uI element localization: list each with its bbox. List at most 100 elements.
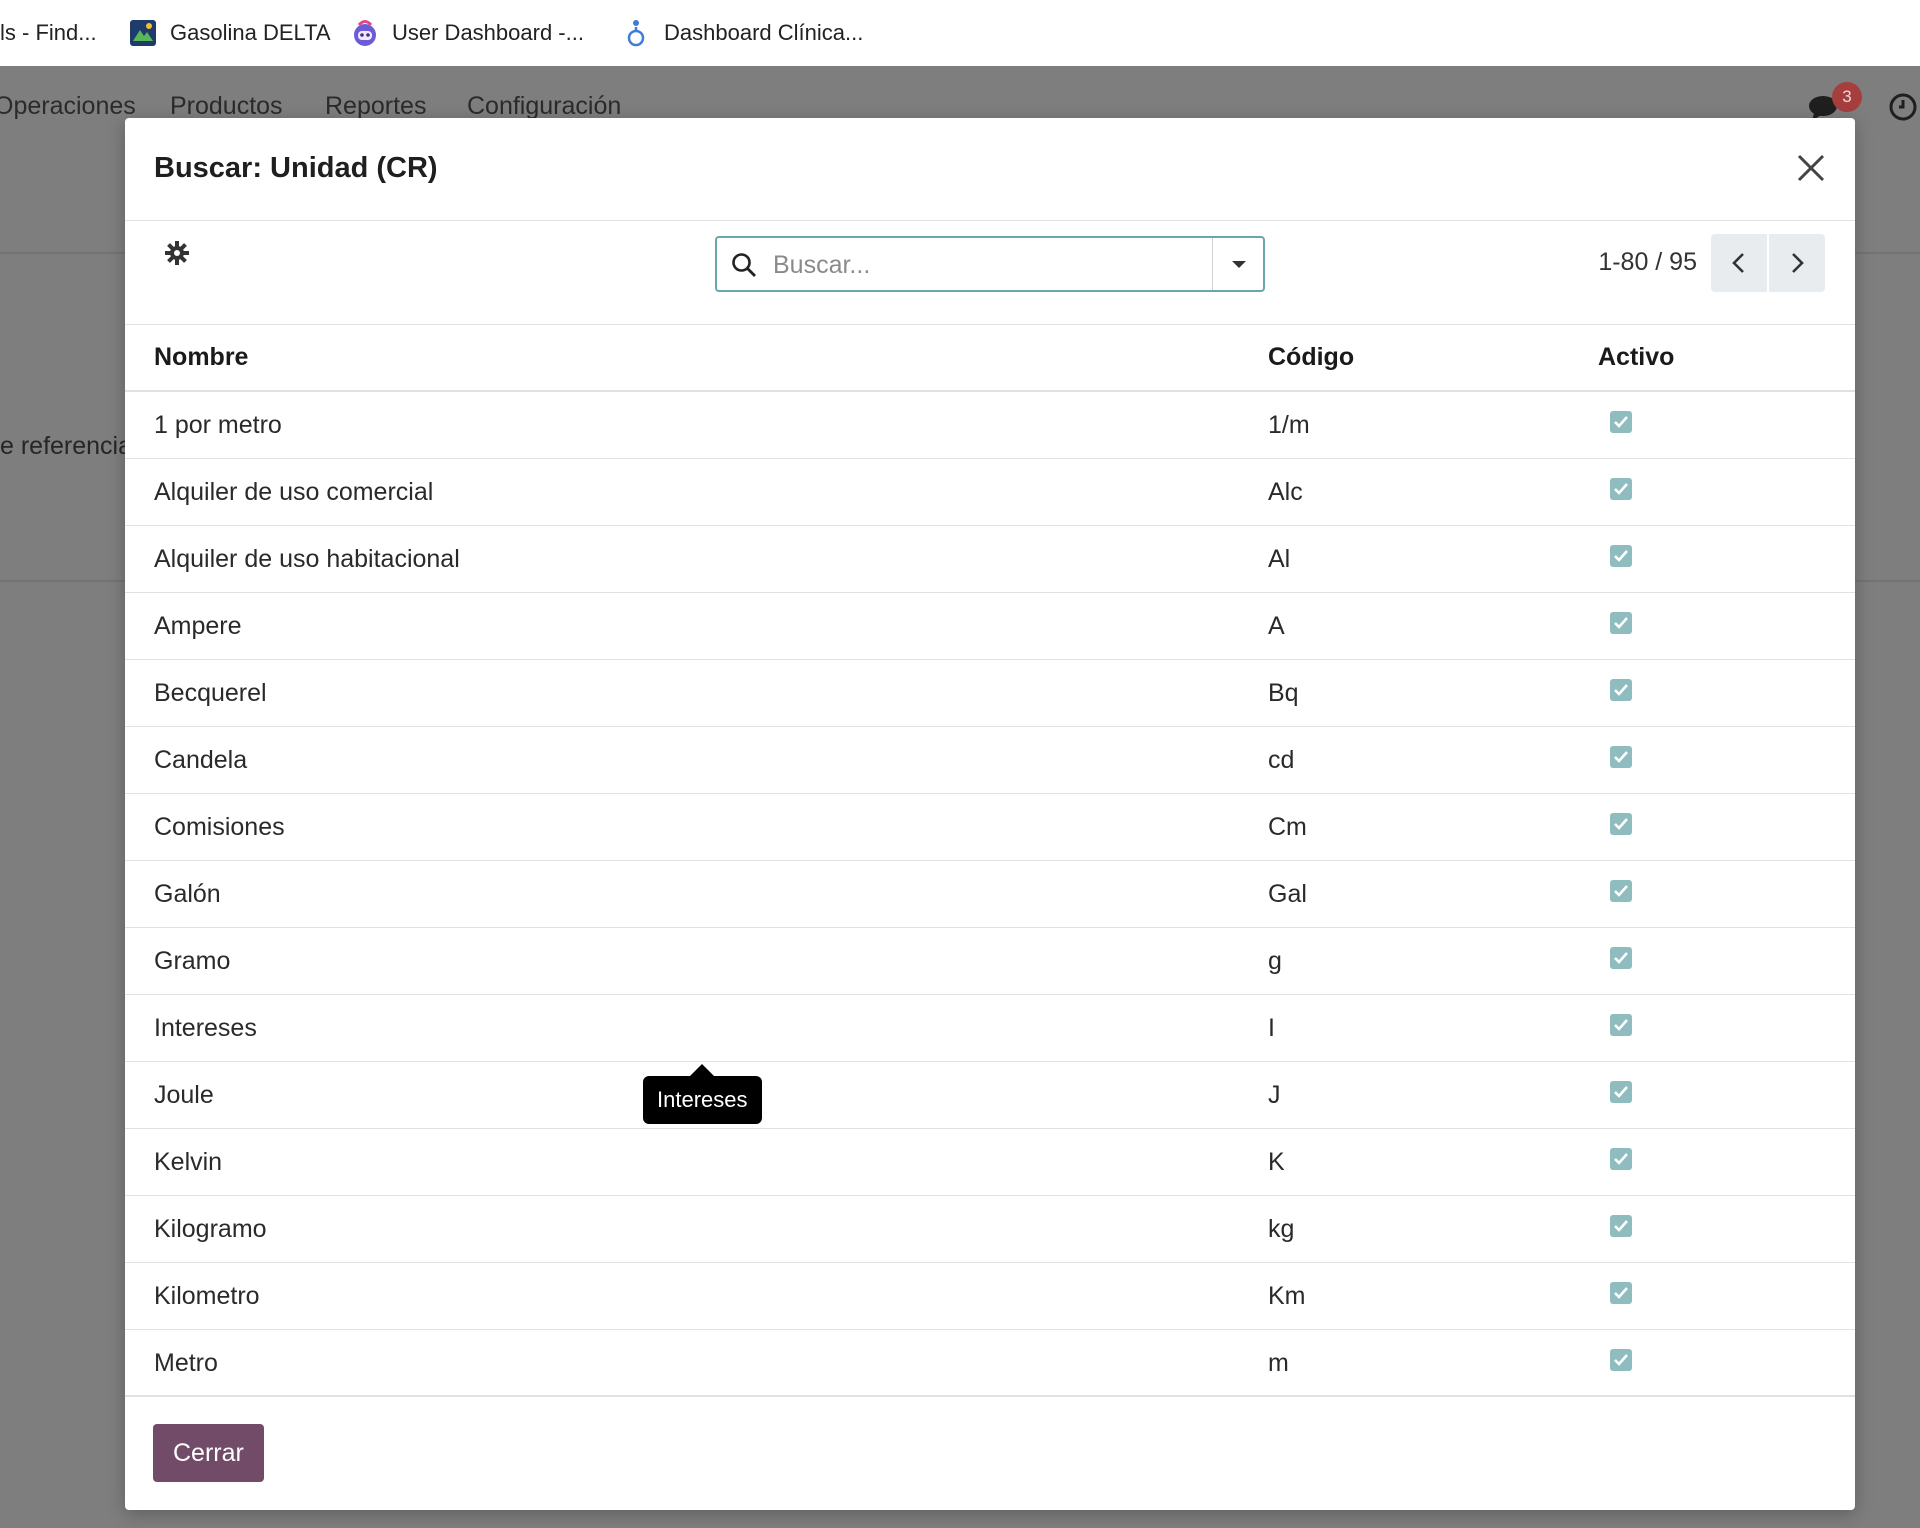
- check-icon: [1614, 1018, 1628, 1031]
- pager-next-button[interactable]: [1769, 234, 1825, 292]
- cell-codigo[interactable]: Km: [1268, 1262, 1598, 1330]
- table-row[interactable]: Comisiones Cm: [125, 793, 1855, 861]
- cell-codigo[interactable]: Al: [1268, 525, 1598, 593]
- cell-nombre[interactable]: Ampere: [125, 592, 1268, 660]
- cell-codigo[interactable]: I: [1268, 994, 1598, 1062]
- robot-icon: [350, 18, 380, 48]
- bookmark-label: User Dashboard -...: [392, 20, 584, 45]
- cell-codigo[interactable]: K: [1268, 1128, 1598, 1196]
- check-icon: [1614, 415, 1628, 428]
- check-icon: [1614, 884, 1628, 897]
- menu-operaciones[interactable]: Operaciones: [0, 92, 136, 121]
- search-input[interactable]: [771, 246, 1195, 284]
- active-checkbox: [1610, 1214, 1632, 1237]
- cell-nombre[interactable]: Gramo: [125, 927, 1268, 995]
- bookmarks-bar: ls - Find... Gasolina DELTA User Dashboa…: [0, 0, 1920, 67]
- cell-codigo[interactable]: A: [1268, 592, 1598, 660]
- cell-activo: [1598, 1262, 1855, 1330]
- pager-previous-button[interactable]: [1711, 234, 1767, 292]
- bookmark-label: ls - Find...: [0, 20, 97, 45]
- table-row[interactable]: Alquiler de uso habitacional Al: [125, 525, 1855, 593]
- cell-codigo[interactable]: g: [1268, 927, 1598, 995]
- table-row[interactable]: Gramo g: [125, 927, 1855, 995]
- cell-nombre[interactable]: Intereses: [125, 994, 1268, 1062]
- table-row[interactable]: Alquiler de uso comercial Alc: [125, 458, 1855, 526]
- column-header-activo[interactable]: Activo: [1598, 324, 1855, 392]
- cell-codigo[interactable]: kg: [1268, 1195, 1598, 1263]
- active-checkbox: [1610, 1348, 1632, 1371]
- table-row[interactable]: Joule J: [125, 1061, 1855, 1129]
- bookmark-gasolina[interactable]: Gasolina DELTA: [128, 16, 331, 50]
- menu-productos[interactable]: Productos: [170, 92, 283, 121]
- check-icon: [1614, 1085, 1628, 1098]
- bookmark-1[interactable]: ls - Find...: [0, 16, 97, 50]
- cell-activo: [1598, 1061, 1855, 1129]
- caret-down-icon[interactable]: [1224, 252, 1254, 276]
- cell-nombre[interactable]: Candela: [125, 726, 1268, 794]
- cell-codigo[interactable]: Alc: [1268, 458, 1598, 526]
- bookmark-user-dashboard[interactable]: User Dashboard -...: [350, 16, 584, 50]
- cell-codigo[interactable]: cd: [1268, 726, 1598, 794]
- cell-nombre[interactable]: Alquiler de uso habitacional: [125, 525, 1268, 593]
- cell-activo: [1598, 659, 1855, 727]
- cell-codigo[interactable]: J: [1268, 1061, 1598, 1129]
- clock-icon[interactable]: [1888, 92, 1918, 127]
- check-icon: [1614, 683, 1628, 696]
- table-row[interactable]: Metro m: [125, 1329, 1855, 1397]
- close-icon[interactable]: [1791, 148, 1831, 188]
- cell-codigo[interactable]: Gal: [1268, 860, 1598, 928]
- cell-codigo[interactable]: Cm: [1268, 793, 1598, 861]
- cell-nombre[interactable]: Alquiler de uso comercial: [125, 458, 1268, 526]
- table-row[interactable]: 1 por metro 1/m: [125, 391, 1855, 459]
- cell-nombre[interactable]: Becquerel: [125, 659, 1268, 727]
- column-header-nombre[interactable]: Nombre: [125, 324, 1268, 392]
- cell-codigo[interactable]: Bq: [1268, 659, 1598, 727]
- active-checkbox: [1610, 477, 1632, 500]
- bookmark-dashboard-clinica[interactable]: Dashboard Clínica...: [622, 16, 863, 50]
- close-button[interactable]: Cerrar: [153, 1424, 264, 1482]
- cell-nombre[interactable]: 1 por metro: [125, 391, 1268, 459]
- cell-nombre[interactable]: Kilometro: [125, 1262, 1268, 1330]
- check-icon: [1614, 482, 1628, 495]
- column-header-codigo[interactable]: Código: [1268, 324, 1598, 392]
- table-header-row: Nombre Código Activo: [125, 324, 1855, 392]
- figure-icon: [622, 18, 652, 48]
- cell-activo: [1598, 927, 1855, 995]
- table-row[interactable]: Candela cd: [125, 726, 1855, 794]
- table-row[interactable]: Becquerel Bq: [125, 659, 1855, 727]
- bookmark-label: Dashboard Clínica...: [664, 20, 864, 45]
- cell-codigo[interactable]: 1/m: [1268, 391, 1598, 459]
- cell-nombre[interactable]: Kilogramo: [125, 1195, 1268, 1263]
- active-checkbox: [1610, 879, 1632, 902]
- check-icon: [1614, 1286, 1628, 1299]
- cell-nombre[interactable]: Metro: [125, 1329, 1268, 1397]
- table-row[interactable]: Kilometro Km: [125, 1262, 1855, 1330]
- table-row[interactable]: Galón Gal: [125, 860, 1855, 928]
- dialog-footer: Cerrar: [125, 1395, 1855, 1510]
- results-table: Nombre Código Activo 1 por metro 1/m Alqui…: [125, 324, 1855, 1397]
- table-row[interactable]: Ampere A: [125, 592, 1855, 660]
- pager-value[interactable]: 1-80 / 95: [1598, 248, 1697, 277]
- cell-activo: [1598, 793, 1855, 861]
- gear-icon[interactable]: [164, 240, 190, 271]
- cell-nombre[interactable]: Kelvin: [125, 1128, 1268, 1196]
- table-body: 1 por metro 1/m Alquiler de uso comercial A…: [125, 391, 1855, 1397]
- bookmark-label: Gasolina DELTA: [170, 20, 331, 45]
- active-checkbox: [1610, 678, 1632, 701]
- cell-activo: [1598, 525, 1855, 593]
- menu-configuracion[interactable]: Configuración: [467, 92, 621, 121]
- check-icon: [1614, 549, 1628, 562]
- table-row[interactable]: Intereses I: [125, 994, 1855, 1062]
- check-icon: [1614, 616, 1628, 629]
- active-checkbox: [1610, 946, 1632, 969]
- cell-nombre[interactable]: Comisiones: [125, 793, 1268, 861]
- cell-nombre[interactable]: Galón: [125, 860, 1268, 928]
- menu-reportes[interactable]: Reportes: [325, 92, 426, 121]
- search-box: [715, 236, 1265, 292]
- cell-codigo[interactable]: m: [1268, 1329, 1598, 1397]
- check-icon: [1614, 1353, 1628, 1366]
- cell-activo: [1598, 1195, 1855, 1263]
- cell-activo: [1598, 860, 1855, 928]
- table-row[interactable]: Kilogramo kg: [125, 1195, 1855, 1263]
- table-row[interactable]: Kelvin K: [125, 1128, 1855, 1196]
